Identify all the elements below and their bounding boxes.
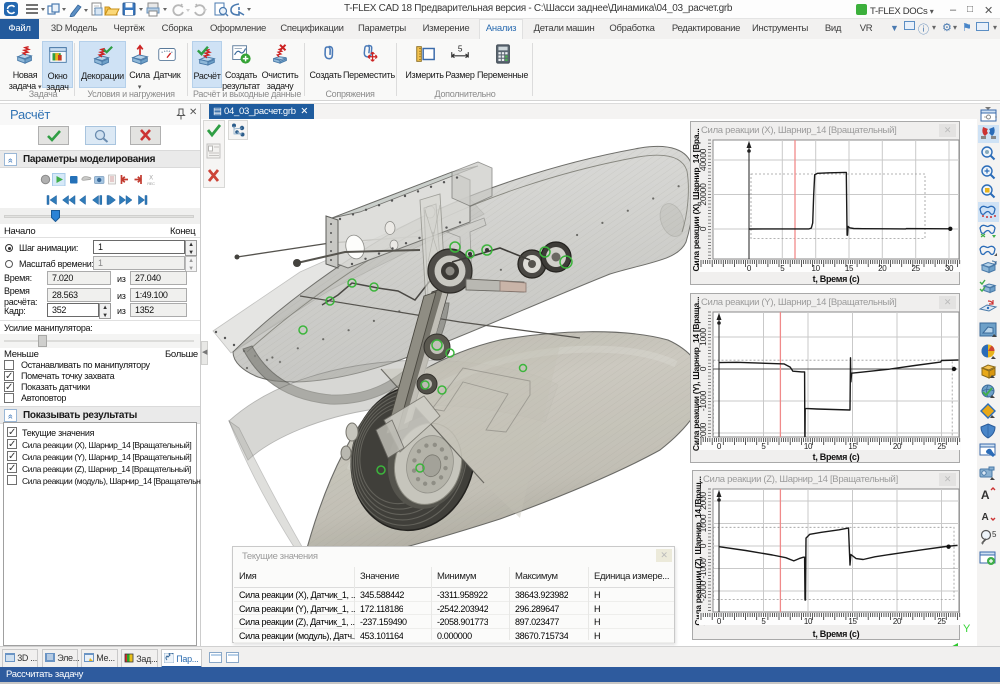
svg-text:Сила реакции (Y), Шарнир_14 [В: Сила реакции (Y), Шарнир_14 [Враща... [691,297,701,451]
svg-text:25: 25 [937,442,946,451]
svg-text:Y: Y [963,623,971,635]
svg-text:30: 30 [945,264,954,273]
svg-text:25: 25 [937,617,946,626]
svg-text:Сила реакции (Z), Шарнир_14 [В: Сила реакции (Z), Шарнир_14 [Вращ... [693,476,703,625]
svg-text:5: 5 [992,530,997,539]
svg-text:10: 10 [812,264,821,273]
svg-text:Сила реакции (X), Шарнир_14 [В: Сила реакции (X), Шарнир_14 [Вра... [691,129,701,272]
svg-text:15: 15 [848,442,857,451]
svg-text:25: 25 [912,264,921,273]
svg-text:t, Время (с): t, Время (с) [813,629,860,639]
svg-text:t, Время (с): t, Время (с) [813,274,860,284]
svg-text:20: 20 [878,264,887,273]
svg-text:5: 5 [458,44,463,53]
svg-text:t, Время (с): t, Время (с) [813,452,860,462]
svg-text:10: 10 [804,617,813,626]
svg-text:15: 15 [848,617,857,626]
svg-text:A: A [981,488,990,502]
svg-text:15: 15 [845,264,854,273]
svg-text:20: 20 [893,617,902,626]
svg-text:REC: REC [147,181,155,186]
svg-text:20: 20 [893,442,902,451]
svg-text:A: A [982,512,989,523]
svg-text:10: 10 [804,442,813,451]
